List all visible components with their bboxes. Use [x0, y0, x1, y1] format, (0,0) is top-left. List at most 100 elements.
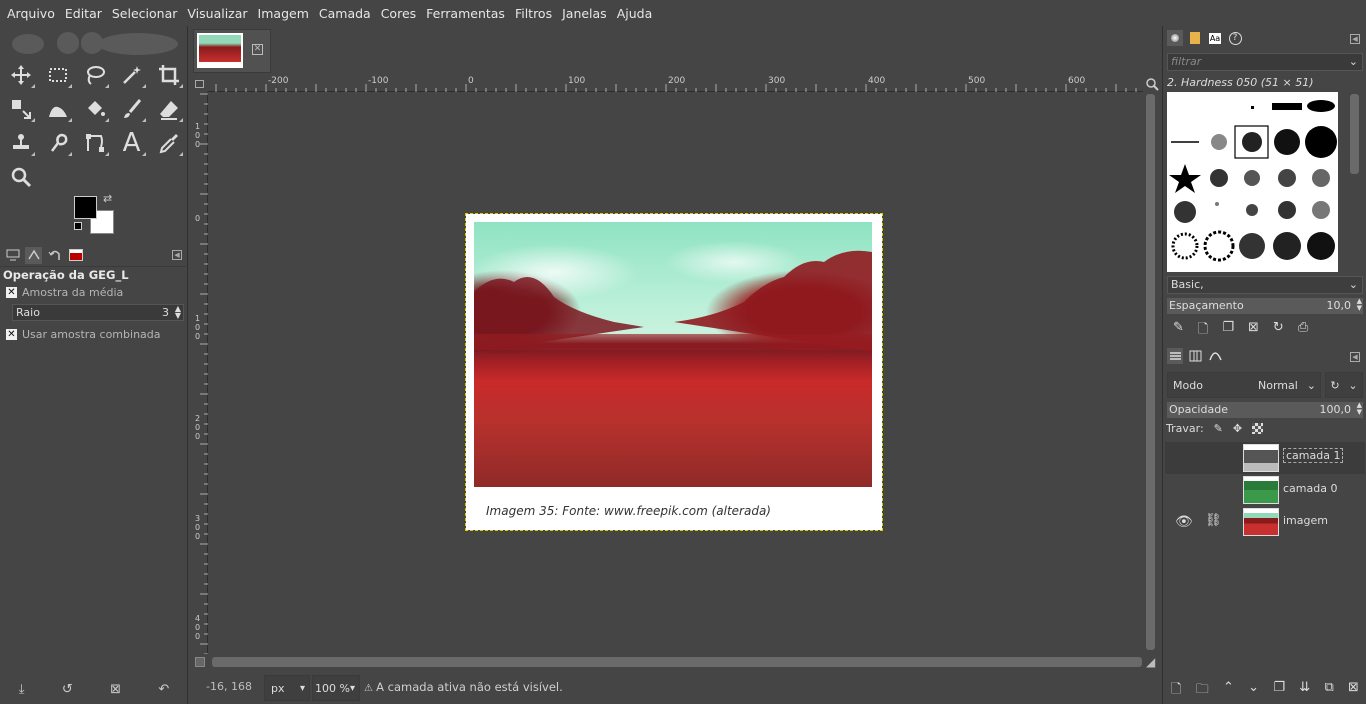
menu-editar[interactable]: Editar	[60, 6, 107, 21]
spacing-stepper-icon[interactable]: ▲ ▼	[1357, 298, 1362, 312]
rect-select-icon[interactable]	[39, 58, 76, 92]
menu-imagem[interactable]: Imagem	[253, 6, 314, 21]
reset-options-icon[interactable]: ↶	[158, 682, 169, 697]
raise-layer-icon[interactable]: ⌃	[1223, 680, 1234, 702]
layer-row[interactable]: 👁 ⛓ imagem	[1165, 506, 1365, 538]
sample-merged-checkbox[interactable]: ✕ Usar amostra combinada	[6, 328, 161, 341]
chain-link-icon[interactable]: ⛓	[1205, 513, 1222, 528]
radius-value[interactable]: 3	[162, 306, 169, 319]
mask-layer-icon[interactable]: ⧉	[1324, 680, 1333, 702]
chevron-down-icon[interactable]: ⌄	[1348, 379, 1357, 392]
fonts-tab-icon[interactable]: Aa	[1207, 30, 1223, 46]
configure-tab-icon[interactable]: ◀	[172, 250, 182, 260]
horizontal-ruler[interactable]: -200 -100 0 100 200 300 400 500 600	[208, 76, 1143, 92]
brush-scrollbar[interactable]	[1349, 92, 1361, 272]
fuzzy-select-icon[interactable]	[113, 58, 150, 92]
brush-tag-combo[interactable]: Basic, ⌄	[1167, 276, 1363, 294]
brushes-tab-icon[interactable]	[1167, 30, 1183, 46]
undo-history-tab-icon[interactable]	[46, 247, 63, 264]
zoom-select[interactable]: 100 % ▾	[312, 675, 360, 701]
mode-group-button[interactable]: ↻ ⌄	[1325, 372, 1363, 398]
image-canvas[interactable]: Imagem 35: Fonte: www.freepik.com (alter…	[208, 92, 1143, 654]
swap-colors-icon[interactable]: ⇄	[103, 192, 112, 205]
brush-filter-input[interactable]: filtrar ⌄	[1167, 53, 1363, 71]
sample-average-checkbox[interactable]: ✕ Amostra da média	[6, 286, 123, 299]
anchor-layer-icon[interactable]: ⇊	[1299, 680, 1310, 702]
layer-name[interactable]: camada 1	[1283, 448, 1344, 463]
navigate-arrow-icon[interactable]: ◢	[1146, 655, 1155, 669]
opacity-stepper-icon[interactable]: ▲ ▼	[1357, 402, 1362, 416]
quickmask-toggle[interactable]	[192, 76, 208, 92]
channels-tab-icon[interactable]	[1187, 348, 1203, 364]
delete-brush-icon[interactable]: ⊠	[1248, 320, 1259, 342]
zoom-on-resize-icon[interactable]	[1144, 76, 1160, 92]
clone-icon[interactable]	[2, 126, 39, 160]
layer-row[interactable]: camada 1	[1165, 442, 1365, 474]
lock-alpha-icon[interactable]	[1252, 423, 1264, 434]
new-layer-group-icon[interactable]: 🗀	[1196, 680, 1209, 702]
fg-bg-colors[interactable]: ⇄	[74, 192, 116, 236]
paths-icon[interactable]	[76, 126, 113, 160]
menu-ferramentas[interactable]: Ferramentas	[421, 6, 510, 21]
help-tab-icon[interactable]: ?	[1227, 30, 1243, 46]
vertical-scrollbar[interactable]	[1144, 92, 1158, 654]
patterns-tab-icon[interactable]	[1187, 30, 1203, 46]
chevron-down-icon[interactable]: ⌄	[1349, 277, 1358, 293]
layer-name[interactable]: imagem	[1283, 514, 1328, 527]
radius-stepper-icon[interactable]: ▲ ▼	[175, 305, 181, 320]
menu-janelas[interactable]: Janelas	[557, 6, 612, 21]
tool-options-tab-icon[interactable]	[4, 247, 21, 264]
duplicate-brush-icon[interactable]: ❐	[1222, 320, 1234, 342]
menu-ajuda[interactable]: Ajuda	[612, 6, 658, 21]
save-options-icon[interactable]: ⤓	[19, 682, 25, 697]
text-tool-icon[interactable]: A	[113, 126, 150, 160]
horizontal-scrollbar[interactable]: ◢	[192, 654, 1160, 670]
reset-mode-icon[interactable]: ↻	[1330, 379, 1339, 392]
layer-mode-select[interactable]: Modo Normal ⌄	[1167, 372, 1321, 398]
chevron-down-icon[interactable]: ⌄	[1349, 54, 1358, 70]
default-colors-icon[interactable]	[74, 222, 82, 230]
new-brush-icon[interactable]: 🗋	[1198, 320, 1208, 342]
zoom-value[interactable]: 100 %	[315, 682, 350, 695]
lock-pixels-icon[interactable]: ✎	[1214, 422, 1223, 435]
device-status-tab-icon[interactable]	[25, 246, 42, 264]
images-tab-icon[interactable]	[67, 247, 84, 264]
vertical-ruler[interactable]: 1 0 0 0 1 0 0 2 0 0 3 0 0 4 0 0	[192, 92, 208, 654]
configure-tab-icon[interactable]: ◀	[1350, 34, 1360, 44]
unified-transform-icon[interactable]	[2, 92, 39, 126]
foreground-color-swatch[interactable]	[74, 196, 97, 219]
navigate-icon[interactable]	[195, 657, 205, 667]
layer-name[interactable]: camada 0	[1283, 482, 1337, 495]
sample-average-box[interactable]: ✕	[6, 287, 17, 298]
menu-selecionar[interactable]: Selecionar	[107, 6, 183, 21]
layer-row[interactable]: camada 0	[1165, 474, 1365, 506]
menu-cores[interactable]: Cores	[376, 6, 421, 21]
smudge-icon[interactable]	[39, 126, 76, 160]
spacing-slider[interactable]: Espaçamento 10,0 ▲ ▼	[1167, 298, 1363, 314]
menu-filtros[interactable]: Filtros	[510, 6, 557, 21]
close-icon[interactable]: ✕	[252, 44, 263, 55]
spacing-value[interactable]: 10,0	[1327, 298, 1352, 314]
restore-options-icon[interactable]: ↺	[62, 682, 73, 697]
warp-transform-icon[interactable]	[39, 92, 76, 126]
lower-layer-icon[interactable]: ⌄	[1248, 680, 1259, 702]
image-layer-boundary[interactable]: Imagem 35: Fonte: www.freepik.com (alter…	[465, 213, 883, 531]
image-tab[interactable]: ✕	[193, 29, 271, 73]
menu-visualizar[interactable]: Visualizar	[182, 6, 252, 21]
edit-brush-icon[interactable]: ✎	[1173, 320, 1184, 342]
menu-arquivo[interactable]: Arquivo	[2, 6, 60, 21]
refresh-brushes-icon[interactable]: ↻	[1273, 320, 1284, 342]
configure-tab-icon[interactable]: ◀	[1350, 352, 1360, 362]
open-as-image-icon[interactable]: ⎙	[1298, 320, 1308, 342]
move-tool-icon[interactable]	[2, 58, 39, 92]
horizontal-scroll-thumb[interactable]	[212, 657, 1142, 667]
opacity-slider[interactable]: Opacidade 100,0 ▲ ▼	[1167, 402, 1363, 418]
layers-tab-icon[interactable]	[1167, 348, 1183, 364]
paths-tab-icon[interactable]	[1207, 348, 1223, 364]
opacity-value[interactable]: 100,0	[1320, 402, 1352, 418]
zoom-icon[interactable]	[2, 160, 39, 194]
delete-layer-icon[interactable]: ⊠	[1348, 680, 1359, 702]
menu-camada[interactable]: Camada	[314, 6, 376, 21]
paintbrush-icon[interactable]	[113, 92, 150, 126]
color-picker-icon[interactable]	[150, 126, 187, 160]
